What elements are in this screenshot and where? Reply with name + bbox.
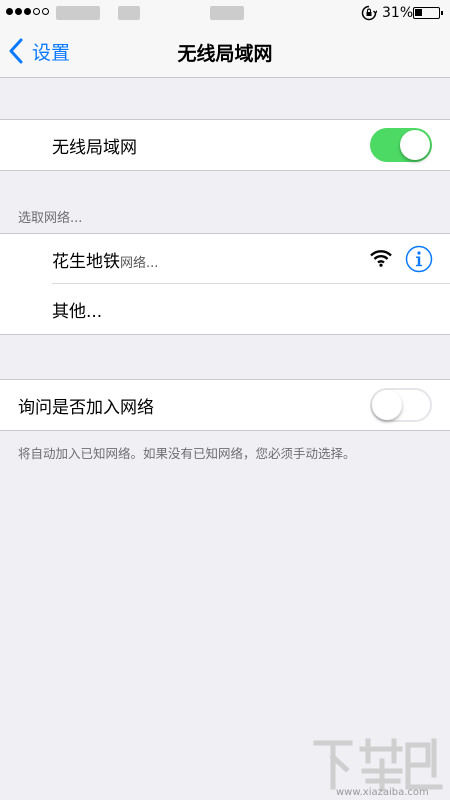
other-network-label: 其他...	[52, 301, 103, 322]
network-list: 花生地铁网络... 其他...	[0, 233, 450, 335]
wifi-toggle-switch[interactable]	[370, 128, 432, 162]
page-title: 无线局域网	[177, 43, 273, 65]
ask-to-join-group: 询问是否加入网络	[0, 379, 450, 431]
navigation-bar: 设置 无线局域网	[0, 26, 450, 78]
wifi-toggle-label: 无线局域网	[52, 137, 137, 158]
watermark-logo	[313, 738, 443, 792]
redacted-carrier	[56, 6, 100, 20]
network-row[interactable]: 花生地铁网络...	[0, 234, 450, 284]
cell-signal-icon	[6, 8, 49, 15]
battery-percent: 31%	[382, 5, 414, 21]
network-name-suffix: 网络...	[120, 255, 159, 271]
ask-to-join-switch[interactable]	[370, 388, 432, 422]
status-bar: 31%	[0, 0, 450, 26]
choose-network-header: 选取网络...	[18, 211, 83, 226]
ask-to-join-row: 询问是否加入网络	[0, 380, 450, 430]
watermark-url: www.xiazaiba.com	[336, 787, 429, 798]
network-name: 花生地铁	[52, 251, 120, 272]
orientation-lock-icon	[361, 5, 377, 21]
ask-to-join-label: 询问是否加入网络	[18, 397, 154, 418]
info-icon[interactable]	[405, 245, 433, 273]
other-network-row[interactable]: 其他...	[0, 284, 450, 334]
redacted-time	[210, 6, 244, 20]
wifi-toggle-row: 无线局域网	[0, 120, 450, 170]
wifi-signal-icon	[370, 250, 392, 267]
redacted-network	[118, 6, 140, 20]
wifi-toggle-group: 无线局域网	[0, 119, 450, 171]
wifi-settings-screen: 31% 设置 无线局域网 无线局域网 选取网络... 花生地铁网络... 其他.…	[0, 0, 450, 800]
ask-to-join-footer: 将自动加入已知网络。如果没有已知网络，您必须手动选择。	[18, 446, 356, 461]
battery-icon	[413, 7, 443, 19]
